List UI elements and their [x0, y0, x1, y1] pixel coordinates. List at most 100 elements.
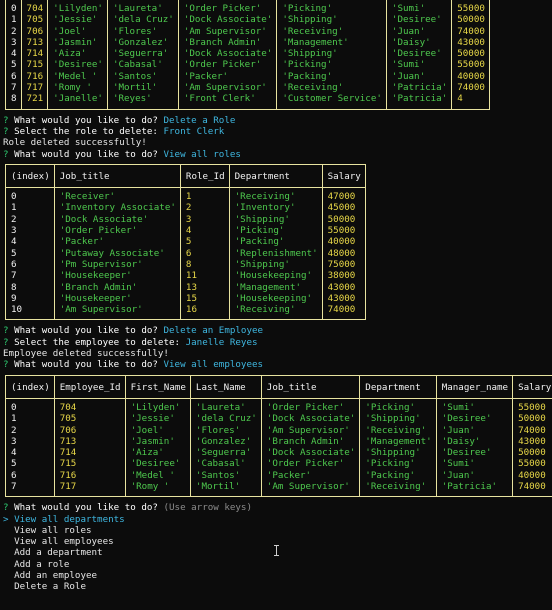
table-cell: 2 — [5, 25, 22, 37]
table-cell: 'Aiza' — [47, 48, 108, 60]
table-cell: 'Daisy' — [435, 435, 514, 448]
table-row: 7 717 'Romy ' 'Mortil' 'Am Supervisor' 'Recei… — [5, 480, 552, 498]
table-row: 4 714 'Aiza' 'Seguerra' 'Dock Associate' 'Shi… — [5, 48, 490, 60]
table-cell: 'Packer' — [260, 469, 361, 481]
table-cell: 'Dock Associate' — [260, 413, 361, 425]
table-cell: 'Jasmin' — [47, 36, 108, 49]
table-cell: 'Juan' — [435, 424, 514, 436]
table-cell: 'Packing' — [228, 236, 323, 248]
column-header: First_Name — [124, 374, 191, 399]
table-cell: 'Mortil' — [106, 82, 179, 94]
table-cell: 'Management' — [276, 36, 387, 49]
menu-option[interactable]: > View all departments — [3, 514, 549, 525]
prompt-question: What would you like to do? — [14, 325, 158, 337]
menu-option[interactable]: Add a role — [3, 559, 549, 570]
table-cell: 45000 — [321, 202, 366, 214]
terminal-output: 0 704 'Lilyden' 'Laureta' 'Order Picker' 'Pic… — [3, 0, 552, 593]
table-row: 6 716 'Medel ' 'Santos' 'Packer' 'Packing' 'Ju… — [5, 469, 552, 481]
column-header: Job_title — [260, 374, 361, 399]
table-cell: 55000 — [451, 0, 490, 15]
table-cell: 'Dock Associate' — [177, 48, 278, 60]
table-cell: 11 — [179, 270, 230, 282]
prompt-question: What would you like to do? — [14, 502, 158, 514]
prompt-question: Select the employee to delete: — [14, 336, 181, 348]
table-cell: 43000 — [512, 435, 552, 448]
table-cell: 'Cabasal' — [106, 59, 179, 71]
table-cell: 55000 — [512, 458, 552, 470]
column-header: (index) — [5, 374, 55, 399]
table-cell: 'Am Supervisor' — [177, 82, 278, 94]
table-cell: 'Sumi' — [385, 0, 453, 15]
table-row: 3 713 'Jasmin' 'Gonzalez' 'Branch Admin' 'Man… — [5, 435, 552, 448]
table-cell: 6 — [5, 258, 55, 271]
table-cell: 74000 — [321, 304, 366, 321]
table-cell: 1 — [5, 413, 55, 425]
table-cell: 0 — [5, 398, 55, 414]
table-cell: 'Laureta' — [189, 398, 262, 414]
menu-pointer — [3, 547, 14, 558]
table-cell: 'Juan' — [435, 469, 514, 481]
table-cell: 'Picking' — [228, 225, 323, 237]
table-cell: 717 — [20, 82, 49, 94]
table-cell: 'Customer Service' — [276, 93, 387, 110]
table-cell: 'Patricia' — [385, 93, 453, 110]
menu-option-label: Delete a Role — [14, 581, 86, 593]
table-cell: 'Receiving' — [359, 424, 437, 436]
table-cell: 'Joel' — [124, 424, 191, 436]
table-cell: 'Am Supervisor' — [177, 25, 278, 37]
table-cell: 55000 — [512, 398, 552, 414]
table-cell: 16 — [179, 304, 230, 321]
table-cell: 'Desiree' — [124, 458, 191, 470]
table-cell: 'Patricia' — [435, 480, 514, 498]
table-cell: 'Medel ' — [47, 70, 108, 83]
table-cell: 'Jessie' — [124, 413, 191, 425]
table-cell: 7 — [5, 480, 55, 498]
menu-option[interactable]: Add an employee — [3, 570, 549, 581]
table-row: 4 714 'Aiza' 'Seguerra' 'Dock Associate' 'Shi… — [5, 447, 552, 459]
prompt-question: Select the role to delete: — [14, 125, 158, 137]
table-cell: 8 — [5, 93, 22, 110]
table-cell: 74000 — [451, 25, 490, 37]
table-cell: 'Shipping' — [228, 258, 323, 271]
table-row: 5 715 'Desiree' 'Cabasal' 'Order Picker' 'Pic… — [5, 458, 552, 470]
prompt-line: ? What would you like to do? View all em… — [3, 359, 264, 371]
table-cell: 0 — [5, 0, 22, 15]
menu-option[interactable]: Delete a Role — [3, 581, 549, 592]
menu-pointer — [3, 536, 14, 547]
table-cell: 'Receiving' — [276, 82, 387, 94]
i-beam-cursor-icon — [273, 545, 280, 556]
table-cell: 'Lilyden' — [124, 398, 191, 414]
table-cell: 'Receiving' — [276, 25, 387, 37]
menu-option[interactable]: View all roles — [3, 525, 549, 536]
prompt-line: ? What would you like to do? Delete an E… — [3, 325, 264, 337]
table-row: 1 705 'Jessie''dela Cruz' 'Dock Associate' '… — [5, 413, 552, 425]
table-cell: 'Desiree' — [435, 447, 514, 459]
table-cell: 'Putaway Associate' — [53, 247, 181, 259]
prompt-answer: Delete a Role — [163, 114, 236, 126]
table-row: 3 'Order Picker' 4 'Picking' 55000 — [5, 225, 366, 237]
table-cell: 'Dock Associate' — [177, 14, 278, 26]
table-cell: 'Picking' — [276, 0, 387, 15]
menu-option-label: View all employees — [14, 536, 114, 548]
table-cell: 43000 — [321, 292, 366, 305]
menu-option-label: Add a department — [14, 547, 103, 559]
table-cell: 'Desiree' — [47, 59, 108, 71]
prompt-answer: View all roles — [163, 148, 241, 160]
table-cell: 714 — [20, 48, 49, 60]
employees-table: (index) Employee_Id First_Name Last_Name Job… — [5, 374, 552, 498]
table-cell: 'Reyes' — [106, 93, 179, 110]
table-cell: 713 — [20, 36, 49, 49]
table-cell: 'Laureta' — [106, 0, 179, 15]
table-cell: 'Flores' — [189, 424, 262, 436]
table-cell: 6 — [5, 70, 22, 83]
table-cell: 55000 — [451, 59, 490, 71]
table-cell: 'Branch Admin' — [53, 281, 181, 293]
table-cell: 1 — [5, 202, 55, 214]
table-cell: 717 — [53, 480, 126, 498]
table-cell: 'Housekeeper' — [53, 270, 181, 282]
table-cell: 'Picking' — [276, 59, 387, 71]
table-cell: 'Jasmin' — [124, 435, 191, 448]
table-cell: 'Sumi' — [435, 458, 514, 470]
table-cell: 'Front Clerk' — [177, 93, 278, 110]
table-cell: 3 — [5, 225, 55, 237]
